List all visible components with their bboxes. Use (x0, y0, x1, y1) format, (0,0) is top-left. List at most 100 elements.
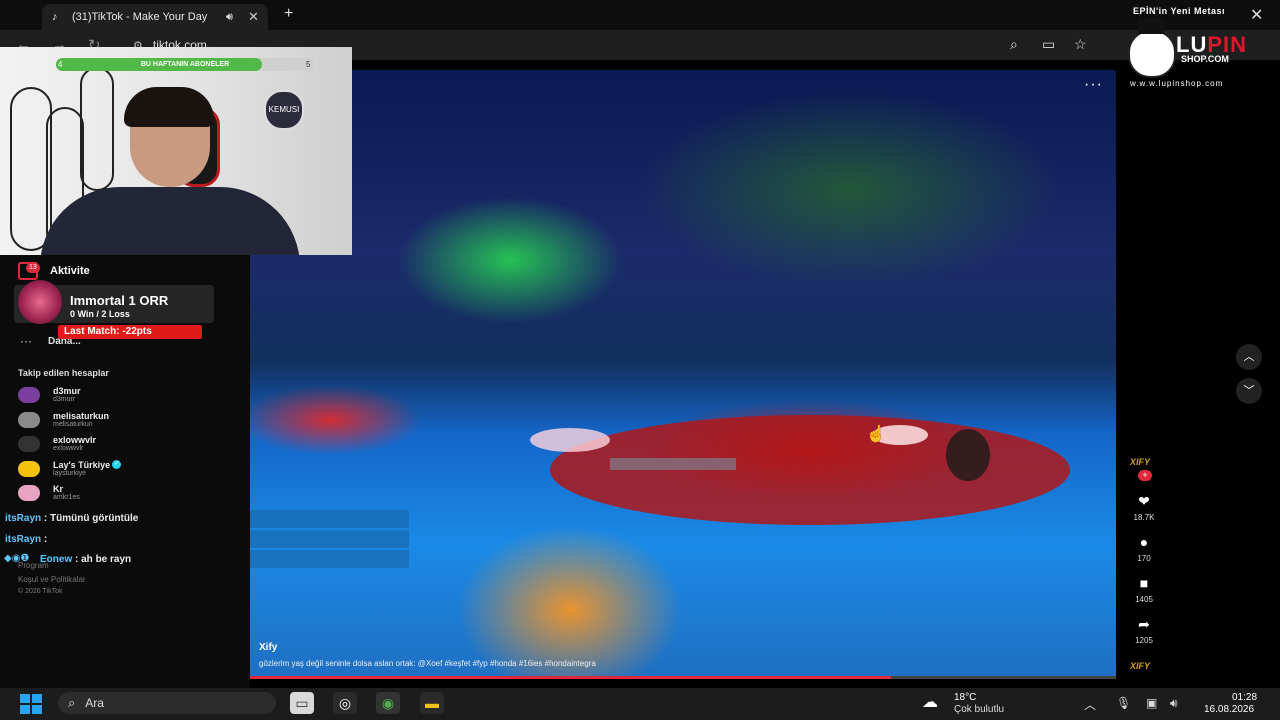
clock-time: 01:28 (1232, 692, 1258, 703)
person-hair (124, 87, 214, 127)
share-action[interactable]: ➦ 1205 (1130, 616, 1158, 645)
speaker-icon[interactable]: 🔊︎ (226, 11, 240, 24)
chat-username: itsRayn (5, 513, 42, 524)
heart-action[interactable]: ❤ 18.7K (1130, 493, 1158, 522)
account-username: laysturkiye (53, 469, 87, 477)
overlay-block (250, 510, 409, 528)
subscriber-target: 5 (306, 60, 311, 69)
search-placeholder: Ara (85, 696, 104, 710)
weather-desc: Çok bulutlu (954, 704, 1005, 715)
taskview-icon[interactable]: ▭ (290, 692, 314, 714)
chat-message: Eonew : ah be rayn (40, 554, 131, 565)
account-text: exlowwvlr exlowwvlr (53, 435, 96, 453)
video-author[interactable]: Xify (259, 642, 277, 653)
overlay-block (250, 550, 409, 568)
rank-record: 0 Win / 2 Loss (70, 309, 130, 319)
taskbar-search[interactable]: ⌕ Ara (58, 692, 276, 714)
windows-start-icon[interactable] (20, 694, 42, 714)
folder-icon[interactable]: ▬ (420, 692, 444, 714)
weather-cloud-icon[interactable]: ☁ (922, 692, 938, 712)
footer-copyright: © 2026 TikTok (18, 588, 63, 595)
chrome-icon[interactable]: ◉ (376, 692, 400, 714)
sponsor-shop: SHOP.COM (1181, 54, 1229, 64)
subscriber-goal-label: BU HAFTANIN ABONELER (140, 61, 230, 68)
action-count: 1205 (1135, 636, 1153, 645)
share-icon[interactable]: ➦ (1130, 616, 1158, 632)
avatar (18, 460, 40, 477)
microphone-icon[interactable]: 🎙︎ (1116, 696, 1131, 710)
account-name-row: Kr (53, 484, 80, 494)
person-body (40, 187, 300, 255)
account-text: melisaturkun melisaturkun (53, 411, 109, 429)
app-icon[interactable]: ◎ (333, 692, 357, 714)
bookmark-icon[interactable]: ■ (1130, 575, 1158, 591)
creator-avatar[interactable]: XIFY (1130, 457, 1150, 467)
weather-temp: 18°C (954, 692, 977, 703)
account-name-row: Lay's Türkiye ✓ (53, 460, 122, 470)
sponsor-tagline: EPİN'in Yeni Metası (1133, 6, 1226, 16)
heart-icon[interactable]: ❤ (1130, 493, 1158, 509)
account-text: Lay's Türkiye ✓ laysturkiye (53, 460, 122, 478)
verified-icon: ✓ (112, 460, 122, 469)
following-header: Takip edilen hesaplar (18, 368, 109, 378)
account-name: exlowwvlr (53, 435, 97, 445)
video-caption: gözlerim yaş değil seninle dolsa aslan o… (259, 659, 596, 668)
chat-message: itsRayn : (5, 534, 47, 545)
account-name-row: melisaturkun (53, 411, 109, 421)
account-username: melisaturkun (53, 420, 93, 428)
tray-chevron-icon[interactable]: ︿ (1084, 696, 1096, 713)
chat-text: : Tümünü görüntüle (43, 513, 139, 524)
activity-badge: 13 (26, 263, 40, 273)
panda-mascot-icon (1128, 30, 1176, 78)
volume-icon[interactable]: 🔊︎ (1170, 696, 1178, 711)
account-username: d3murr (53, 396, 76, 403)
star-icon[interactable]: ☆ (1074, 36, 1087, 53)
chat-username: itsRayn (5, 534, 42, 545)
action-count: 170 (1137, 554, 1151, 563)
rank-title: Immortal 1 ORR (70, 293, 169, 308)
following-account[interactable]: Lay's Türkiye ✓ laysturkiye (18, 458, 122, 480)
footer-program[interactable]: Program (18, 561, 49, 570)
account-name: melisaturkun (53, 410, 110, 421)
more-icon[interactable]: ··· (20, 334, 32, 348)
avatar (18, 411, 40, 428)
video-frame (530, 415, 1070, 525)
follow-button[interactable]: + (1138, 470, 1152, 481)
video-progress-fill (250, 676, 891, 679)
video-more-button[interactable]: ··· (1084, 76, 1103, 94)
account-text: d3mur d3murr (53, 386, 81, 404)
window-close-button[interactable]: ✕ (1250, 5, 1263, 25)
bookmark-action[interactable]: ■ 1405 (1130, 575, 1158, 604)
browser-tab[interactable]: ♪ (31)TikTok - Make Your Day 🔊︎ ✕ (42, 4, 268, 30)
car-plate (610, 458, 736, 470)
following-account[interactable]: melisaturkun melisaturkun (18, 409, 109, 431)
prev-video-button[interactable]: ︿ (1236, 344, 1262, 370)
webcam-overlay (0, 47, 352, 255)
footer-terms[interactable]: Koşul ve Politikalar (18, 575, 86, 584)
following-account[interactable]: Kr amkr1es (18, 482, 80, 504)
overlay-block (250, 530, 409, 548)
avatar (18, 436, 40, 452)
cast-icon[interactable]: ▭ (1042, 36, 1055, 53)
car-headlight-left (530, 428, 610, 452)
last-match-badge: Last Match: -22pts (58, 325, 202, 339)
account-text: Kr amkr1es (53, 484, 80, 502)
following-account[interactable]: d3mur d3murr (18, 384, 81, 406)
comment-icon[interactable]: ● (1130, 534, 1158, 550)
cursor-hand-icon: ☝ (866, 426, 886, 443)
new-tab-button[interactable]: + (284, 5, 293, 23)
network-icon[interactable]: ▣ (1146, 696, 1157, 710)
avatar (18, 387, 40, 403)
top-hat-icon (1138, 18, 1164, 34)
sound-disc[interactable]: XIFY (1130, 661, 1150, 671)
next-video-button[interactable]: ﹀ (1236, 378, 1262, 404)
subscriber-current: 4 (58, 60, 63, 69)
account-name-row: exlowwvlr (53, 435, 96, 445)
video-player[interactable] (250, 70, 1116, 678)
following-account[interactable]: exlowwvlr exlowwvlr (18, 433, 96, 455)
account-username: exlowwvlr (53, 445, 84, 452)
zoom-icon[interactable]: ⌕ (1010, 36, 1018, 53)
close-icon[interactable]: ✕ (248, 9, 262, 25)
comment-action[interactable]: ● 170 (1130, 534, 1158, 563)
chat-message: itsRayn : Tümünü görüntüle (5, 513, 138, 524)
